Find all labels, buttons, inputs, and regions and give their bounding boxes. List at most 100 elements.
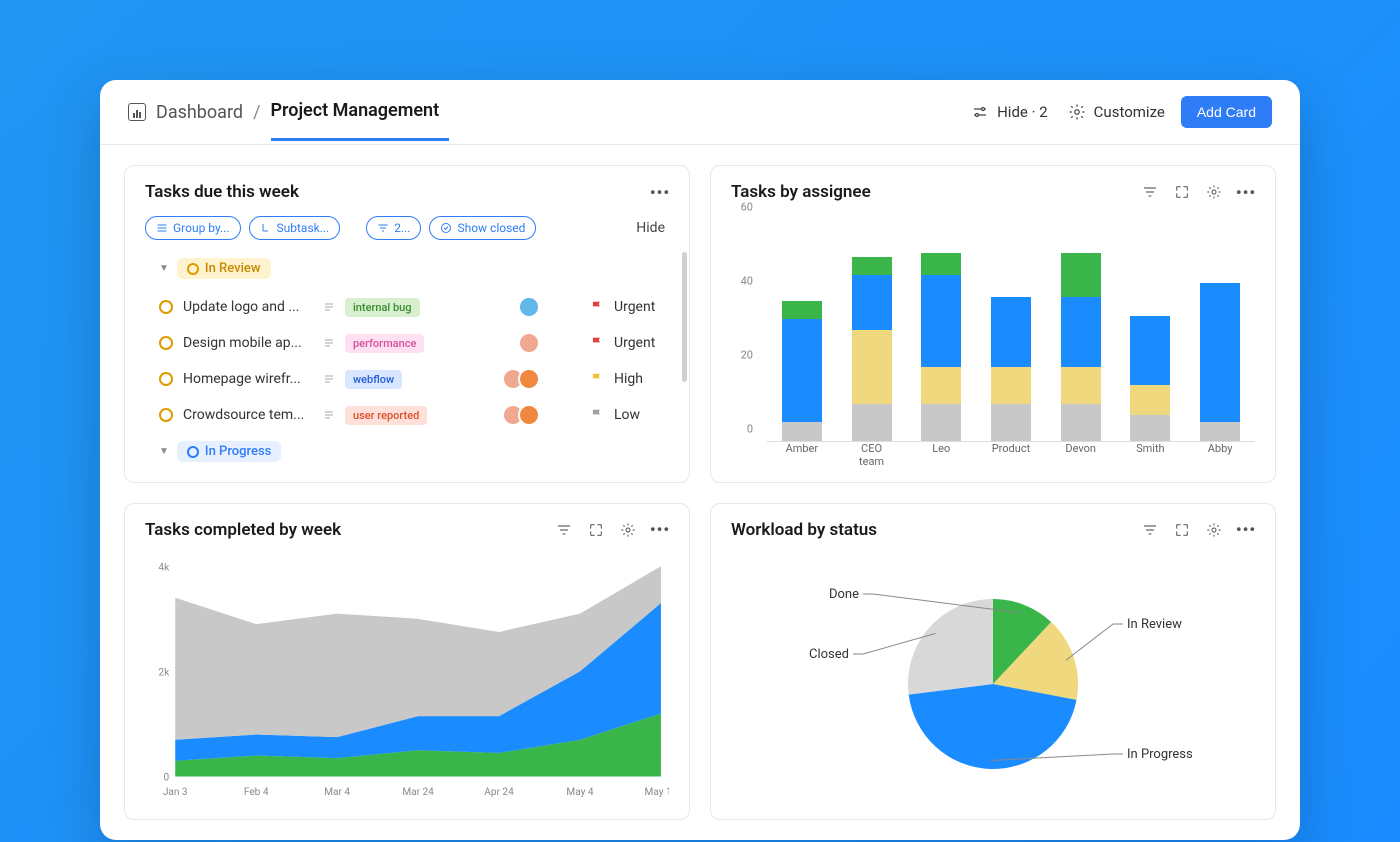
svg-text:0: 0 — [164, 772, 170, 783]
app-window: Dashboard / Project Management Hide · 2 … — [100, 80, 1300, 840]
task-row[interactable]: Homepage wirefr... webflow High — [145, 361, 669, 397]
pie-label: Closed — [809, 647, 849, 662]
svg-text:Mar 4: Mar 4 — [324, 787, 350, 798]
card-title: Workload by status — [731, 520, 877, 540]
expand-icon[interactable] — [1173, 183, 1191, 201]
sliders-icon — [971, 103, 989, 121]
status-icon — [159, 336, 173, 350]
pie-label: In Progress — [1127, 747, 1193, 762]
priority-label: Urgent — [614, 299, 669, 315]
breadcrumb-root[interactable]: Dashboard — [156, 102, 243, 123]
flag-icon — [590, 372, 604, 386]
task-list: ▼ In Review Update logo and ... internal… — [125, 252, 689, 482]
svg-text:Feb 4: Feb 4 — [244, 787, 269, 798]
assignees — [502, 404, 540, 426]
task-tag: user reported — [345, 406, 427, 425]
avatar — [518, 368, 540, 390]
description-icon — [323, 370, 335, 389]
card-title: Tasks due this week — [145, 182, 299, 202]
task-filters: Group by... Subtask... 2... Show closed … — [125, 212, 689, 252]
pie-slice[interactable] — [909, 684, 1077, 769]
filter-icon[interactable] — [555, 521, 573, 539]
task-name: Crowdsource tem... — [183, 407, 313, 423]
task-tag: webflow — [345, 370, 402, 389]
pie-label: In Review — [1127, 617, 1182, 632]
card-tasks-due: Tasks due this week ••• Group by... Subt… — [124, 165, 690, 483]
hide-button[interactable]: Hide · 2 — [967, 97, 1052, 127]
filter-groupby[interactable]: Group by... — [145, 216, 241, 240]
avatar — [518, 404, 540, 426]
card-title: Tasks by assignee — [731, 182, 871, 202]
priority-label: Urgent — [614, 335, 669, 351]
dashboard-grid: Tasks due this week ••• Group by... Subt… — [100, 145, 1300, 840]
bar-chart: 0204060 AmberCEO teamLeoProductDevonSmit… — [711, 212, 1275, 482]
task-group-progress[interactable]: ▼ In Progress — [159, 441, 669, 462]
bar-column[interactable] — [921, 220, 961, 441]
priority-label: High — [614, 371, 669, 387]
gear-icon[interactable] — [1205, 183, 1223, 201]
task-name: Update logo and ... — [183, 299, 313, 315]
task-name: Design mobile ap... — [183, 335, 313, 351]
gear-icon — [1068, 103, 1086, 121]
expand-icon[interactable] — [1173, 521, 1191, 539]
dashboard-icon — [128, 103, 146, 121]
pie-label: Done — [829, 587, 859, 602]
svg-text:Mar 24: Mar 24 — [402, 787, 434, 798]
chevron-down-icon[interactable]: ▼ — [159, 446, 169, 457]
svg-text:4k: 4k — [158, 562, 170, 573]
gear-icon[interactable] — [1205, 521, 1223, 539]
task-group-review[interactable]: ▼ In Review — [159, 258, 669, 279]
gear-icon[interactable] — [619, 521, 637, 539]
header-bar: Dashboard / Project Management Hide · 2 … — [100, 80, 1300, 145]
pie-chart: Done In Review In Progress Closed — [711, 550, 1275, 819]
task-row[interactable]: Design mobile ap... performance Urgent — [145, 325, 669, 361]
priority-label: Low — [614, 407, 669, 423]
svg-text:2k: 2k — [158, 667, 170, 678]
bar-column[interactable] — [1130, 220, 1170, 441]
flag-icon — [590, 300, 604, 314]
expand-icon[interactable] — [587, 521, 605, 539]
assignees — [518, 332, 540, 354]
add-card-button[interactable]: Add Card — [1181, 96, 1272, 128]
filter-subtask[interactable]: Subtask... — [249, 216, 341, 240]
customize-button[interactable]: Customize — [1064, 97, 1169, 127]
x-label: Smith — [1130, 442, 1170, 468]
more-icon[interactable]: ••• — [651, 521, 669, 539]
bar-column[interactable] — [991, 220, 1031, 441]
filter-icon[interactable] — [1141, 183, 1159, 201]
task-tag: performance — [345, 334, 424, 353]
bar-column[interactable] — [1061, 220, 1101, 441]
more-icon[interactable]: ••• — [1237, 183, 1255, 201]
assignees — [518, 296, 540, 318]
breadcrumb: Dashboard / Project Management — [128, 100, 439, 125]
task-row[interactable]: Update logo and ... internal bug Urgent — [145, 289, 669, 325]
svg-text:May 4: May 4 — [566, 787, 593, 798]
status-icon — [159, 372, 173, 386]
task-row[interactable]: Crowdsource tem... user reported Low — [145, 397, 669, 433]
filter-closed[interactable]: Show closed — [429, 216, 536, 240]
card-tasks-assignee: Tasks by assignee ••• 0204060 AmberCEO t… — [710, 165, 1276, 483]
scrollbar[interactable] — [682, 252, 687, 382]
svg-text:Apr 24: Apr 24 — [484, 787, 514, 798]
x-label: Amber — [782, 442, 822, 468]
pie-slice[interactable] — [908, 599, 993, 695]
chevron-down-icon[interactable]: ▼ — [159, 263, 169, 274]
description-icon — [323, 334, 335, 353]
more-icon[interactable]: ••• — [651, 183, 669, 201]
more-icon[interactable]: ••• — [1237, 521, 1255, 539]
breadcrumb-current[interactable]: Project Management — [271, 100, 440, 125]
avatar — [518, 296, 540, 318]
hide-columns-button[interactable]: Hide — [636, 220, 669, 236]
bar-column[interactable] — [782, 220, 822, 441]
card-tasks-completed: Tasks completed by week ••• 02k4kJan 3Fe… — [124, 503, 690, 820]
x-label: Product — [991, 442, 1031, 468]
breadcrumb-separator: / — [253, 102, 260, 123]
filter-icon[interactable] — [1141, 521, 1159, 539]
bar-column[interactable] — [1200, 220, 1240, 441]
card-workload: Workload by status ••• Done In Review In P… — [710, 503, 1276, 820]
bar-column[interactable] — [852, 220, 892, 441]
x-label: Devon — [1061, 442, 1101, 468]
status-icon — [159, 300, 173, 314]
assignees — [502, 368, 540, 390]
filter-count[interactable]: 2... — [366, 216, 421, 240]
